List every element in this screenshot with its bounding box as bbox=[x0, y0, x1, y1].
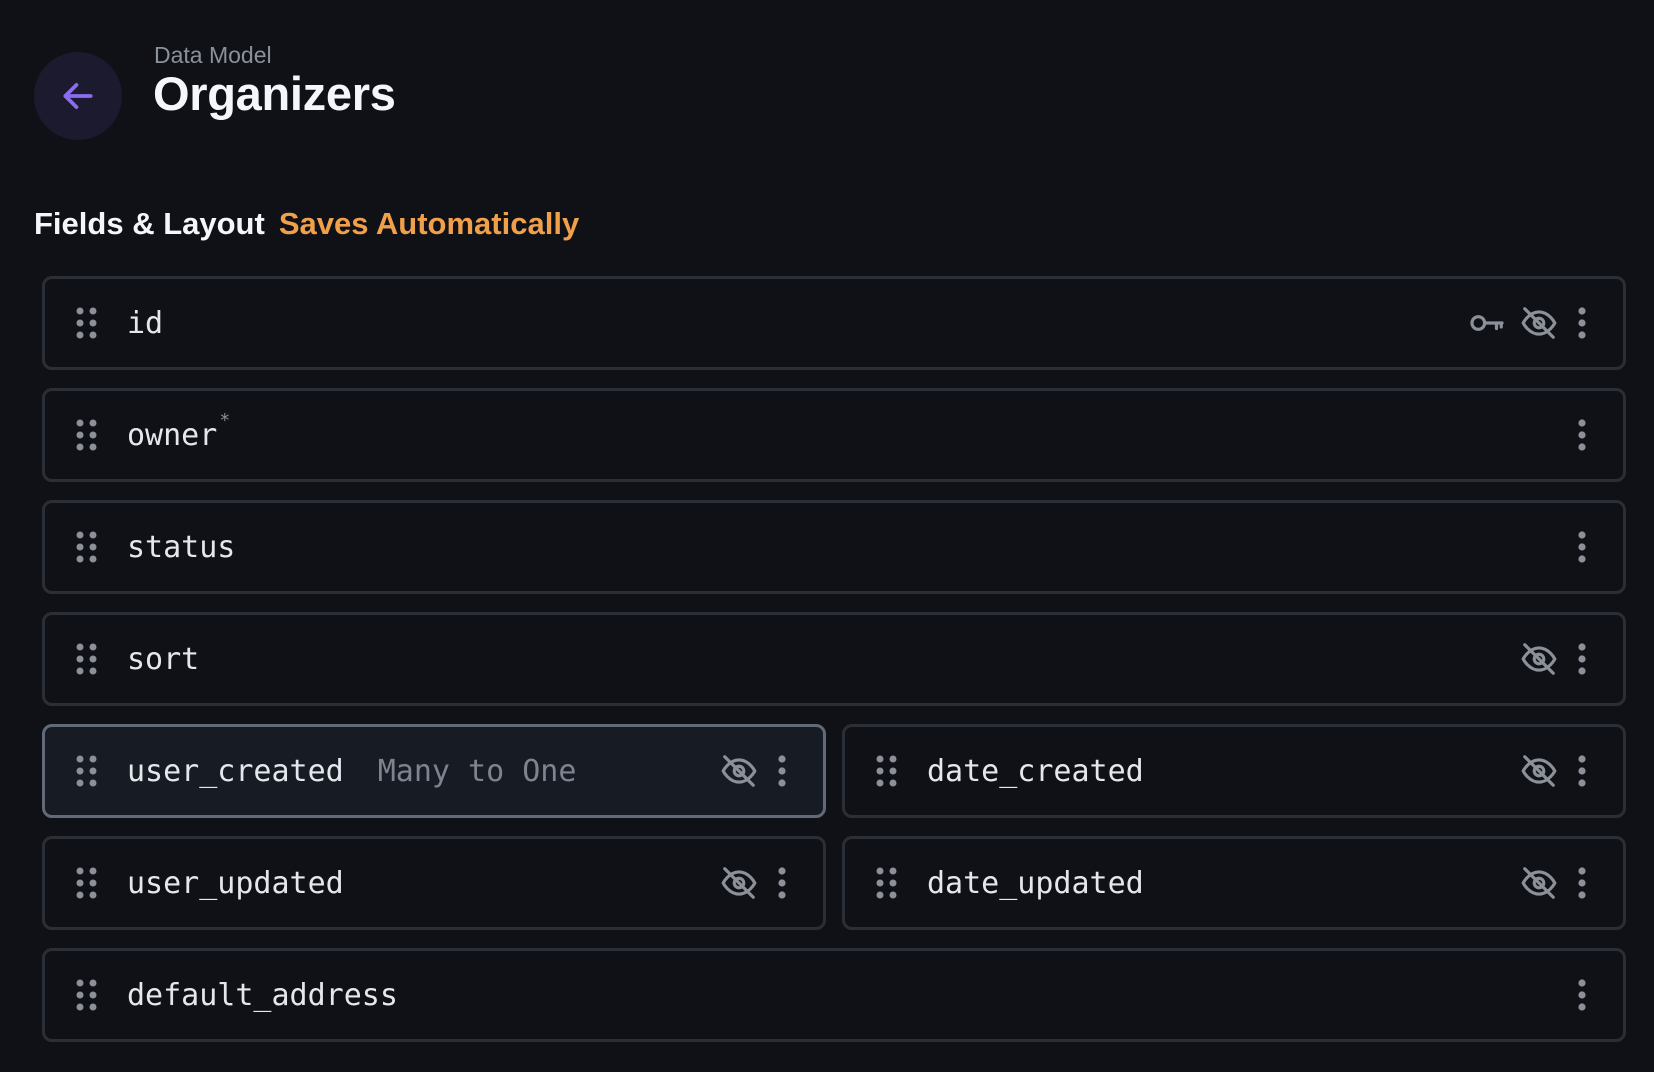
section-title: Fields & Layout bbox=[34, 206, 265, 241]
drag-handle-icon[interactable] bbox=[75, 865, 99, 901]
back-button[interactable] bbox=[34, 52, 122, 140]
drag-handle-icon[interactable] bbox=[875, 753, 899, 789]
field-name: id bbox=[127, 305, 164, 341]
field-name: date_updated bbox=[927, 865, 1144, 901]
drag-handle-icon[interactable] bbox=[75, 417, 99, 453]
more-vertical-icon[interactable] bbox=[773, 751, 791, 791]
field-name: default_address bbox=[127, 977, 398, 1013]
field-row-status[interactable]: status bbox=[42, 500, 1626, 594]
more-vertical-icon[interactable] bbox=[1573, 527, 1591, 567]
field-name: date_created bbox=[927, 753, 1144, 789]
autosave-note: Saves Automatically bbox=[278, 206, 580, 241]
field-name: user_updated bbox=[127, 865, 344, 901]
field-row-id[interactable]: id bbox=[42, 276, 1626, 370]
required-mark: * bbox=[219, 409, 231, 431]
eye-off-icon[interactable] bbox=[1519, 303, 1559, 343]
key-icon bbox=[1467, 303, 1507, 343]
drag-handle-icon[interactable] bbox=[75, 977, 99, 1013]
drag-handle-icon[interactable] bbox=[75, 753, 99, 789]
field-name: user_created bbox=[127, 753, 344, 789]
field-name: sort bbox=[127, 641, 200, 677]
field-row-user-created[interactable]: user_created Many to One bbox=[42, 724, 826, 818]
more-vertical-icon[interactable] bbox=[773, 863, 791, 903]
eye-off-icon[interactable] bbox=[719, 751, 759, 791]
more-vertical-icon[interactable] bbox=[1573, 975, 1591, 1015]
field-name: status bbox=[127, 529, 236, 565]
eye-off-icon[interactable] bbox=[1519, 639, 1559, 679]
breadcrumb[interactable]: Data Model bbox=[154, 42, 272, 69]
arrow-left-icon bbox=[59, 77, 97, 115]
drag-handle-icon[interactable] bbox=[875, 865, 899, 901]
field-row-date-updated[interactable]: date_updated bbox=[842, 836, 1626, 930]
page-title: Organizers bbox=[153, 67, 396, 120]
eye-off-icon[interactable] bbox=[719, 863, 759, 903]
more-vertical-icon[interactable] bbox=[1573, 303, 1591, 343]
more-vertical-icon[interactable] bbox=[1573, 639, 1591, 679]
field-row-sort[interactable]: sort bbox=[42, 612, 1626, 706]
drag-handle-icon[interactable] bbox=[75, 641, 99, 677]
field-name: owner * bbox=[127, 410, 230, 453]
field-name-text: owner bbox=[127, 417, 218, 453]
field-row-user-updated[interactable]: user_updated bbox=[42, 836, 826, 930]
drag-handle-icon[interactable] bbox=[75, 305, 99, 341]
field-row-date-created[interactable]: date_created bbox=[842, 724, 1626, 818]
field-type: Many to One bbox=[377, 753, 577, 789]
field-row-default-address[interactable]: default_address bbox=[42, 948, 1626, 1042]
drag-handle-icon[interactable] bbox=[75, 529, 99, 565]
more-vertical-icon[interactable] bbox=[1573, 415, 1591, 455]
more-vertical-icon[interactable] bbox=[1573, 751, 1591, 791]
more-vertical-icon[interactable] bbox=[1573, 863, 1591, 903]
eye-off-icon[interactable] bbox=[1519, 863, 1559, 903]
eye-off-icon[interactable] bbox=[1519, 751, 1559, 791]
field-row-owner[interactable]: owner * bbox=[42, 388, 1626, 482]
section-heading: Fields & Layout Saves Automatically bbox=[34, 206, 579, 242]
